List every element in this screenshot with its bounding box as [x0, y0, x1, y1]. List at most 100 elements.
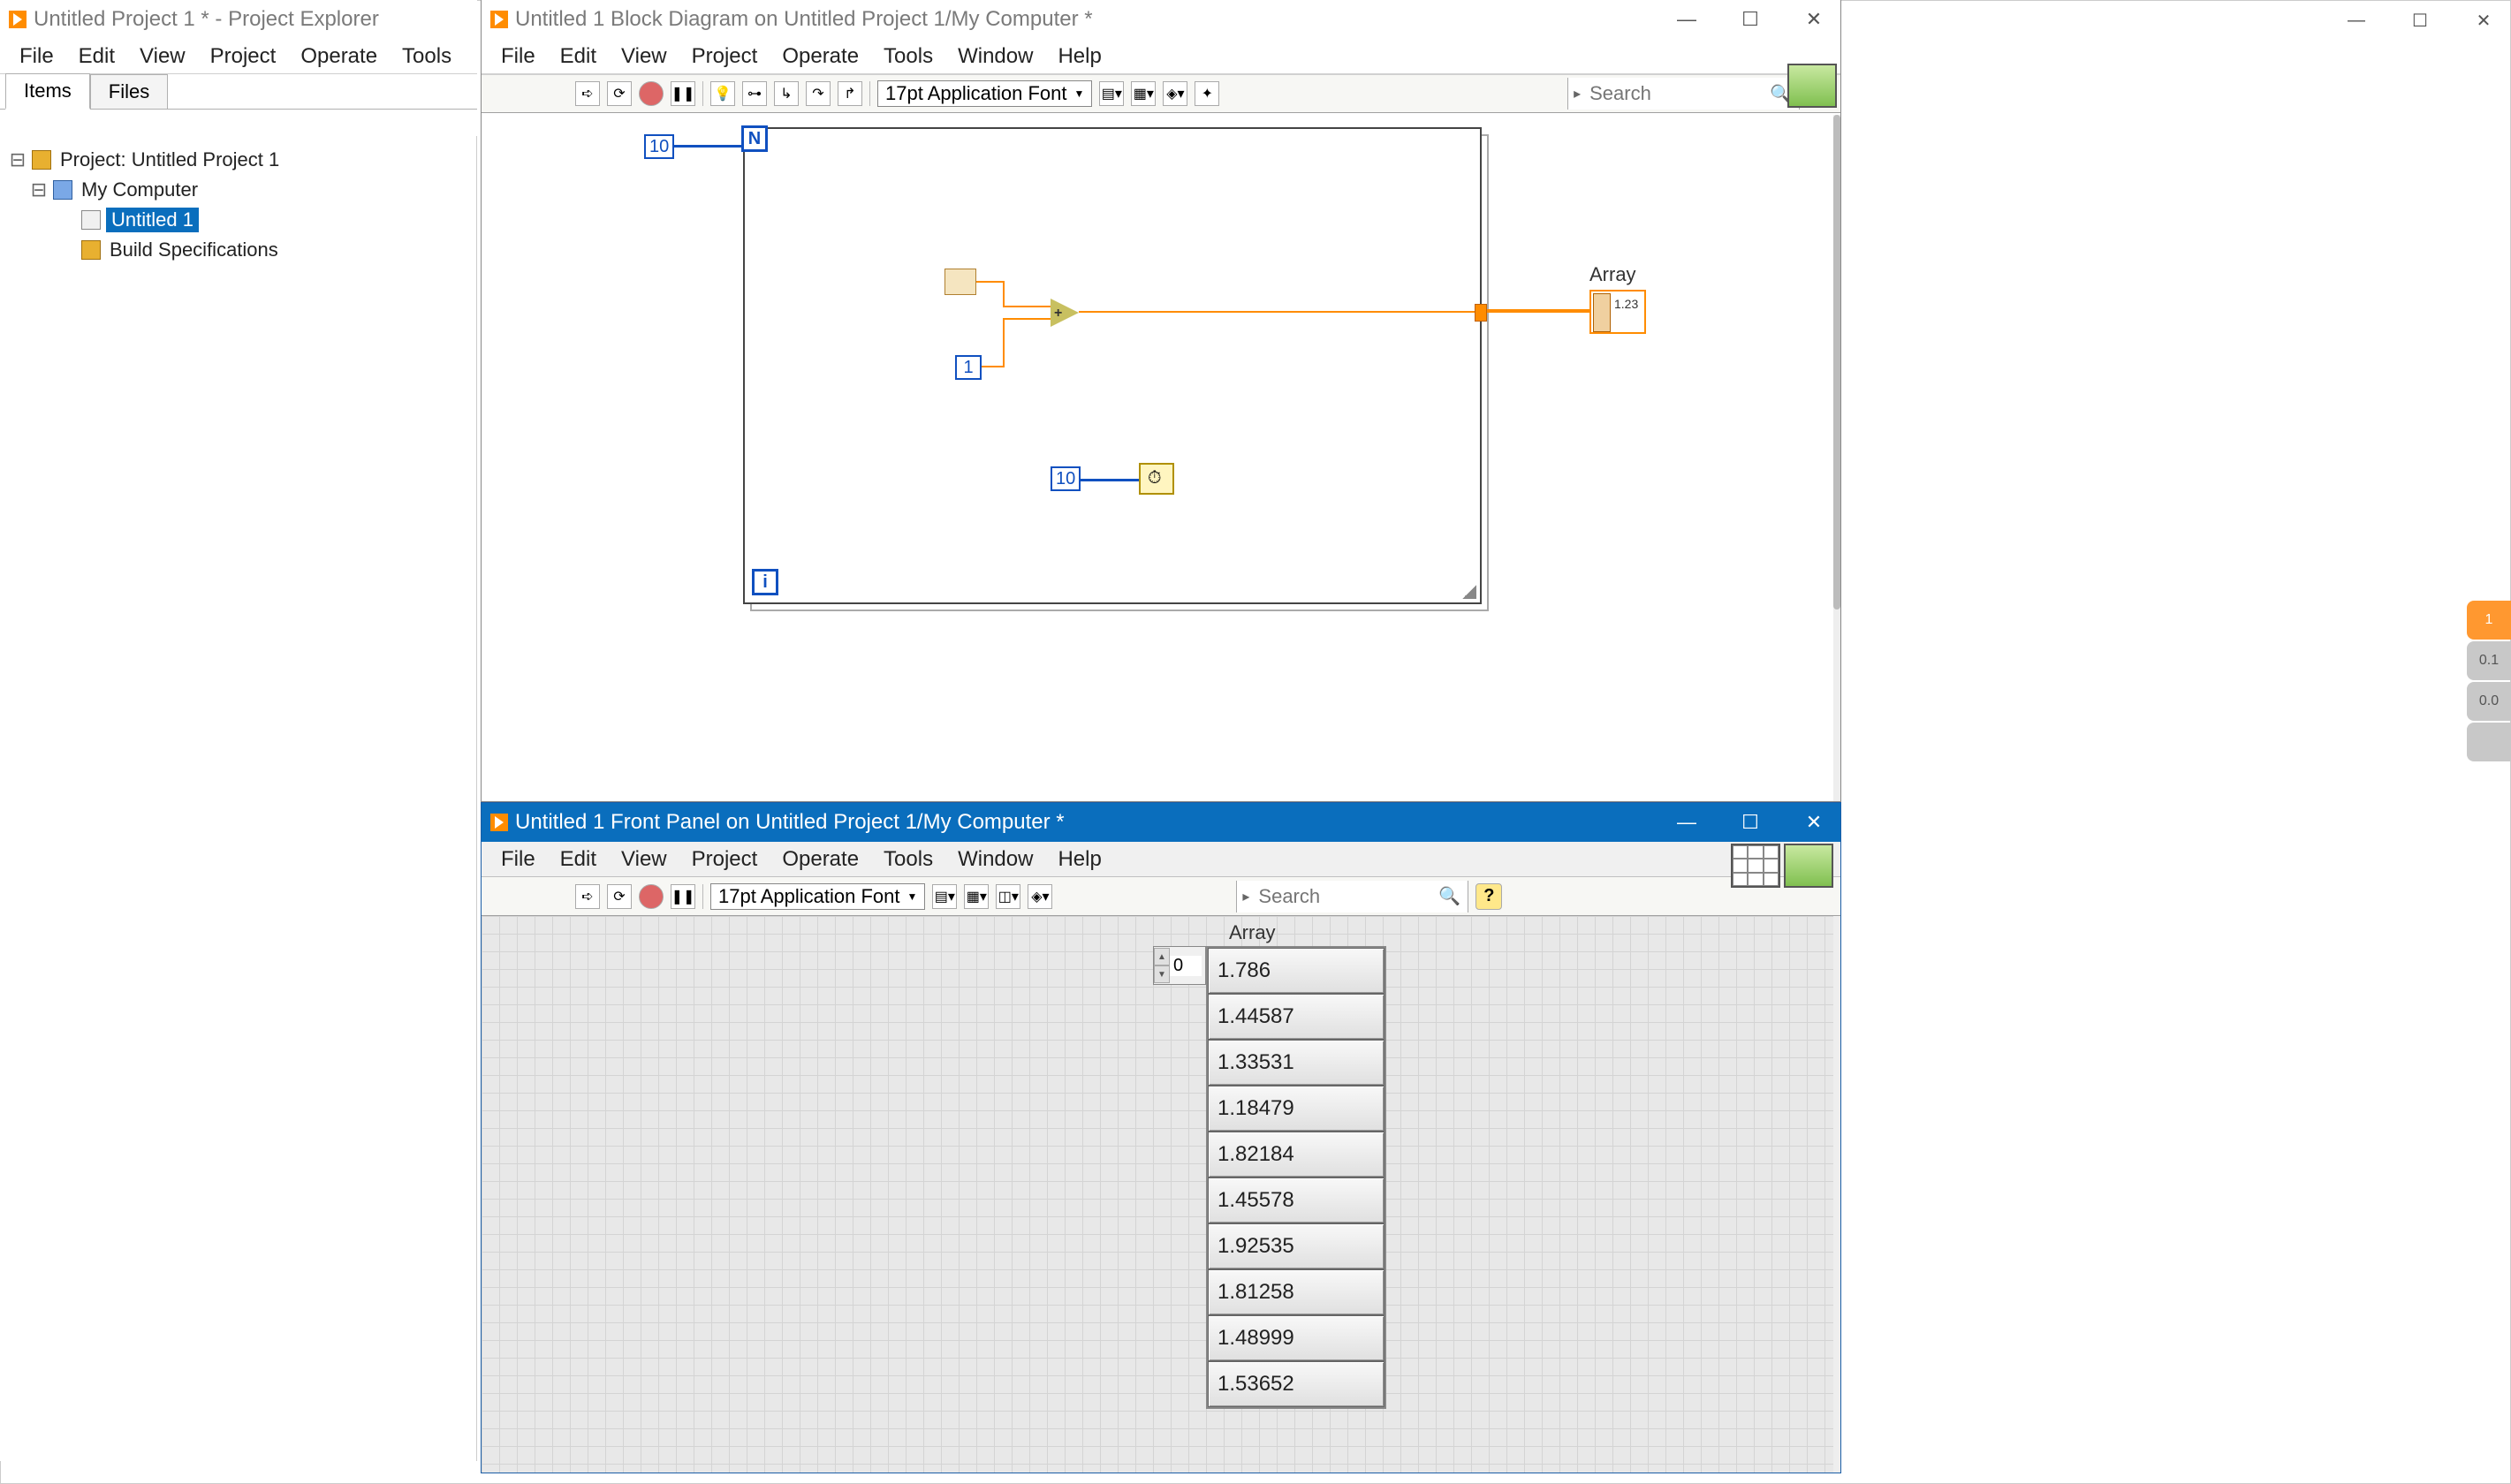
array-cell[interactable]: 1.33531: [1208, 1040, 1384, 1086]
pause-button[interactable]: ❚❚: [671, 81, 695, 106]
tree-vi-untitled1[interactable]: Untitled 1: [9, 205, 476, 235]
fp-reorder-button[interactable]: ◈▾: [1028, 884, 1052, 909]
tree-my-computer[interactable]: ⊟ My Computer: [9, 175, 476, 205]
bg-close-button[interactable]: ✕: [2468, 10, 2500, 31]
fp-distribute-button[interactable]: ▦▾: [964, 884, 989, 909]
block-diagram-canvas[interactable]: 10 N i 1 +: [482, 115, 1833, 801]
array-cell[interactable]: 1.786: [1208, 948, 1384, 994]
array-index-input[interactable]: [1170, 956, 1202, 976]
fp-menu-edit[interactable]: Edit: [548, 842, 609, 877]
random-number-function-icon[interactable]: [944, 269, 976, 295]
fp-vi-icon-thumb[interactable]: [1731, 844, 1837, 895]
project-explorer-titlebar[interactable]: Untitled Project 1 * - Project Explorer: [0, 0, 477, 39]
bg-minimize-button[interactable]: —: [2340, 10, 2372, 31]
bd-menu-view[interactable]: View: [609, 39, 679, 74]
array-cell[interactable]: 1.53652: [1208, 1361, 1384, 1407]
array-index-spinner[interactable]: ▲ ▼: [1154, 948, 1170, 983]
bd-menu-window[interactable]: Window: [945, 39, 1045, 74]
numeric-constant-loop-count[interactable]: 10: [644, 134, 674, 159]
fp-close-button[interactable]: ✕: [1798, 812, 1830, 833]
bd-menu-operate[interactable]: Operate: [770, 39, 871, 74]
bd-menu-edit[interactable]: Edit: [548, 39, 609, 74]
align-button[interactable]: ▤▾: [1099, 81, 1124, 106]
bd-maximize-button[interactable]: ☐: [1734, 9, 1766, 30]
array-cell[interactable]: 1.48999: [1208, 1315, 1384, 1361]
font-selector[interactable]: 17pt Application Font ▼: [877, 80, 1092, 107]
array-cell[interactable]: 1.44587: [1208, 994, 1384, 1040]
bd-close-button[interactable]: ✕: [1798, 9, 1830, 30]
array-terminal-icon[interactable]: [1589, 290, 1646, 334]
bd-search-input[interactable]: [1586, 79, 1763, 109]
array-cell[interactable]: 1.92535: [1208, 1223, 1384, 1269]
for-loop-i-terminal[interactable]: i: [752, 569, 778, 595]
bd-vi-icon-thumb[interactable]: [1787, 64, 1837, 108]
array-indicator[interactable]: Array ▲ ▼ 1.786 1.44587 1.33531 1.18479: [1153, 921, 1386, 1409]
for-loop-structure[interactable]: N i 1 +: [743, 127, 1489, 611]
ruler-badge-3[interactable]: 0.0: [2467, 682, 2511, 721]
wire-timer[interactable]: [1081, 479, 1139, 481]
step-out-button[interactable]: ↱: [838, 81, 862, 106]
array-cell[interactable]: 1.81258: [1208, 1269, 1384, 1315]
run-button[interactable]: ➪: [575, 81, 600, 106]
block-diagram-titlebar[interactable]: Untitled 1 Block Diagram on Untitled Pro…: [482, 0, 1840, 39]
fp-maximize-button[interactable]: ☐: [1734, 812, 1766, 833]
fp-resize-button[interactable]: ◫▾: [996, 884, 1020, 909]
step-over-button[interactable]: ↷: [806, 81, 831, 106]
front-panel-titlebar[interactable]: Untitled 1 Front Panel on Untitled Proje…: [482, 803, 1840, 842]
cleanup-button[interactable]: ✦: [1195, 81, 1219, 106]
fp-menu-project[interactable]: Project: [679, 842, 770, 877]
tree-twisty-icon[interactable]: ⊟: [30, 178, 48, 201]
abort-button[interactable]: [639, 81, 664, 106]
array-cell[interactable]: 1.82184: [1208, 1132, 1384, 1177]
spinner-down-icon[interactable]: ▼: [1154, 965, 1170, 983]
search-icon[interactable]: 🔍: [1431, 885, 1468, 907]
wire-add-to-tunnel[interactable]: [1079, 311, 1478, 313]
bd-minimize-button[interactable]: —: [1671, 9, 1703, 30]
bd-menu-file[interactable]: File: [489, 39, 548, 74]
pe-menu-edit[interactable]: Edit: [66, 39, 127, 74]
search-caret-icon[interactable]: ▸: [1568, 85, 1586, 102]
fp-font-selector[interactable]: 17pt Application Font ▼: [710, 883, 925, 910]
reorder-button[interactable]: ◈▾: [1163, 81, 1187, 106]
fp-menu-file[interactable]: File: [489, 842, 548, 877]
fp-run-button[interactable]: ➪: [575, 884, 600, 909]
resize-handle-icon[interactable]: [1462, 585, 1476, 599]
array-cell[interactable]: 1.18479: [1208, 1086, 1384, 1132]
fp-menu-help[interactable]: Help: [1045, 842, 1113, 877]
fp-align-button[interactable]: ▤▾: [932, 884, 957, 909]
add-function[interactable]: +: [1051, 299, 1079, 327]
wait-ms-function-icon[interactable]: [1139, 463, 1174, 495]
pe-menu-operate[interactable]: Operate: [288, 39, 390, 74]
fp-minimize-button[interactable]: —: [1671, 812, 1703, 833]
spinner-up-icon[interactable]: ▲: [1154, 948, 1170, 965]
bd-menu-project[interactable]: Project: [679, 39, 770, 74]
bd-menu-help[interactable]: Help: [1045, 39, 1113, 74]
wire-random-to-add[interactable]: [1003, 306, 1051, 307]
numeric-constant-timer[interactable]: 10: [1051, 466, 1081, 491]
distribute-button[interactable]: ▦▾: [1131, 81, 1156, 106]
front-panel-canvas[interactable]: Array ▲ ▼ 1.786 1.44587 1.33531 1.18479: [482, 916, 1833, 1473]
fp-menu-window[interactable]: Window: [945, 842, 1045, 877]
bg-maximize-button[interactable]: ☐: [2404, 10, 2436, 31]
array-index-control[interactable]: ▲ ▼: [1153, 946, 1206, 985]
tree-build-specs[interactable]: Build Specifications: [9, 235, 476, 265]
tab-files[interactable]: Files: [90, 74, 168, 109]
ruler-badge-2[interactable]: 0.1: [2467, 641, 2511, 680]
highlight-execution-button[interactable]: 💡: [710, 81, 735, 106]
bd-menu-tools[interactable]: Tools: [871, 39, 945, 74]
wire-tunnel-to-array[interactable]: [1487, 309, 1597, 313]
search-caret-icon[interactable]: ▸: [1237, 888, 1255, 905]
wire-one-out[interactable]: [982, 366, 1003, 367]
tree-root[interactable]: ⊟ Project: Untitled Project 1: [9, 145, 476, 175]
fp-pause-button[interactable]: ❚❚: [671, 884, 695, 909]
wire-one-up[interactable]: [1003, 318, 1005, 367]
auto-index-tunnel[interactable]: [1475, 304, 1487, 322]
wire-random-down[interactable]: [1003, 281, 1005, 306]
run-continuously-button[interactable]: ⟳: [607, 81, 632, 106]
ruler-badge-1[interactable]: 1: [2467, 601, 2511, 640]
connector-pane-icon[interactable]: [1731, 844, 1780, 888]
tab-items[interactable]: Items: [5, 73, 90, 110]
tree-twisty-icon[interactable]: ⊟: [9, 148, 27, 171]
fp-search-input[interactable]: [1255, 882, 1431, 912]
pe-menu-file[interactable]: File: [7, 39, 66, 74]
